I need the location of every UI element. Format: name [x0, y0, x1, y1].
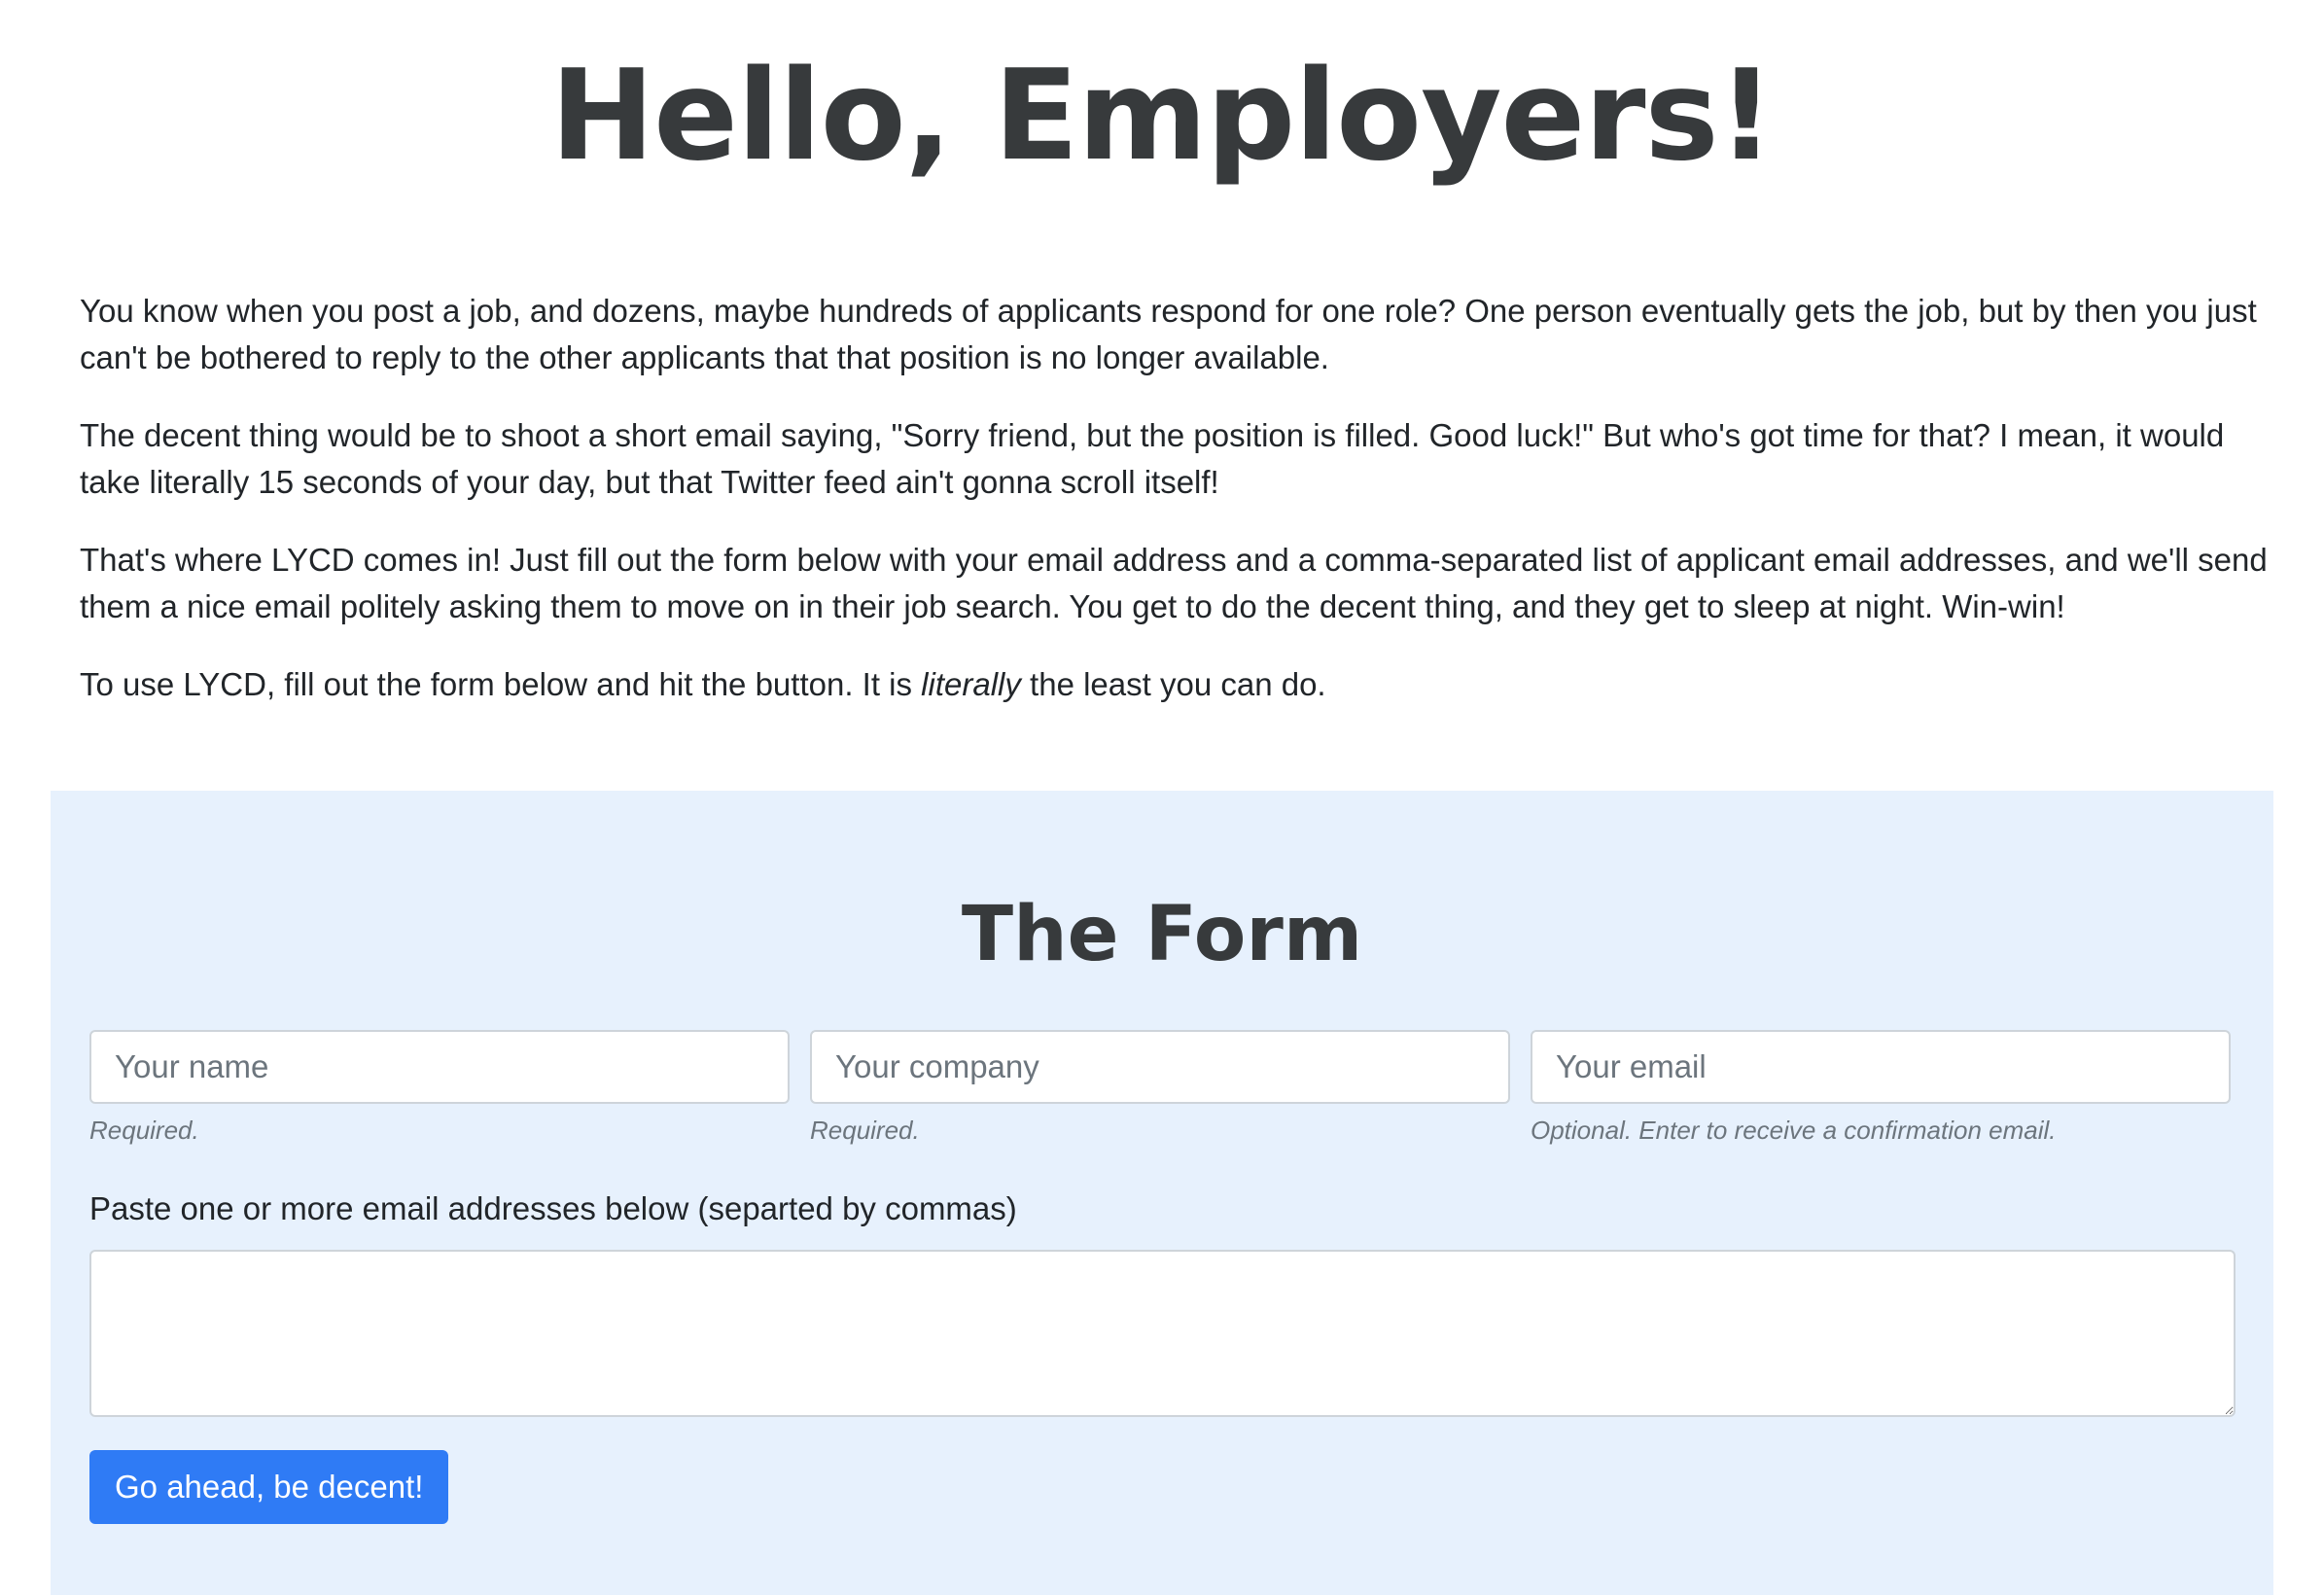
intro-paragraph-1: You know when you post a job, and dozens…	[80, 293, 2257, 375]
form-section: The Form Required. Required. Optional. E…	[51, 791, 2273, 1595]
email-help-text: Optional. Enter to receive a confirmatio…	[1531, 1116, 2057, 1145]
intro-paragraph-4-end: the least you can do.	[1020, 666, 1326, 702]
intro-paragraph-3: That's where LYCD comes in! Just fill ou…	[80, 542, 2268, 624]
form-title: The Form	[961, 891, 1363, 978]
intro-text: You know when you post a job, and dozens…	[80, 288, 2268, 739]
page: Hello, Employers! You know when you post…	[0, 0, 2324, 1595]
company-field-group: Required.	[810, 1030, 1510, 1147]
email-field-group: Optional. Enter to receive a confirmatio…	[1531, 1030, 2231, 1147]
emails-textarea[interactable]	[89, 1250, 2236, 1417]
email-input[interactable]	[1531, 1030, 2231, 1104]
name-help-text: Required.	[89, 1116, 199, 1145]
intro-paragraph-4: To use LYCD, fill out the form below and…	[80, 661, 2268, 708]
company-input[interactable]	[810, 1030, 1510, 1104]
intro-paragraph-2: The decent thing would be to shoot a sho…	[80, 417, 2225, 500]
name-input[interactable]	[89, 1030, 790, 1104]
intro-emphasis: literally	[921, 666, 1021, 702]
emails-label: Paste one or more email addresses below …	[89, 1190, 1017, 1226]
name-field-group: Required.	[89, 1030, 790, 1147]
company-help-text: Required.	[810, 1116, 920, 1145]
page-title: Hello, Employers!	[550, 44, 1775, 189]
intro-paragraph-4-start: To use LYCD, fill out the form below and…	[80, 666, 922, 702]
submit-button[interactable]: Go ahead, be decent!	[89, 1450, 449, 1524]
